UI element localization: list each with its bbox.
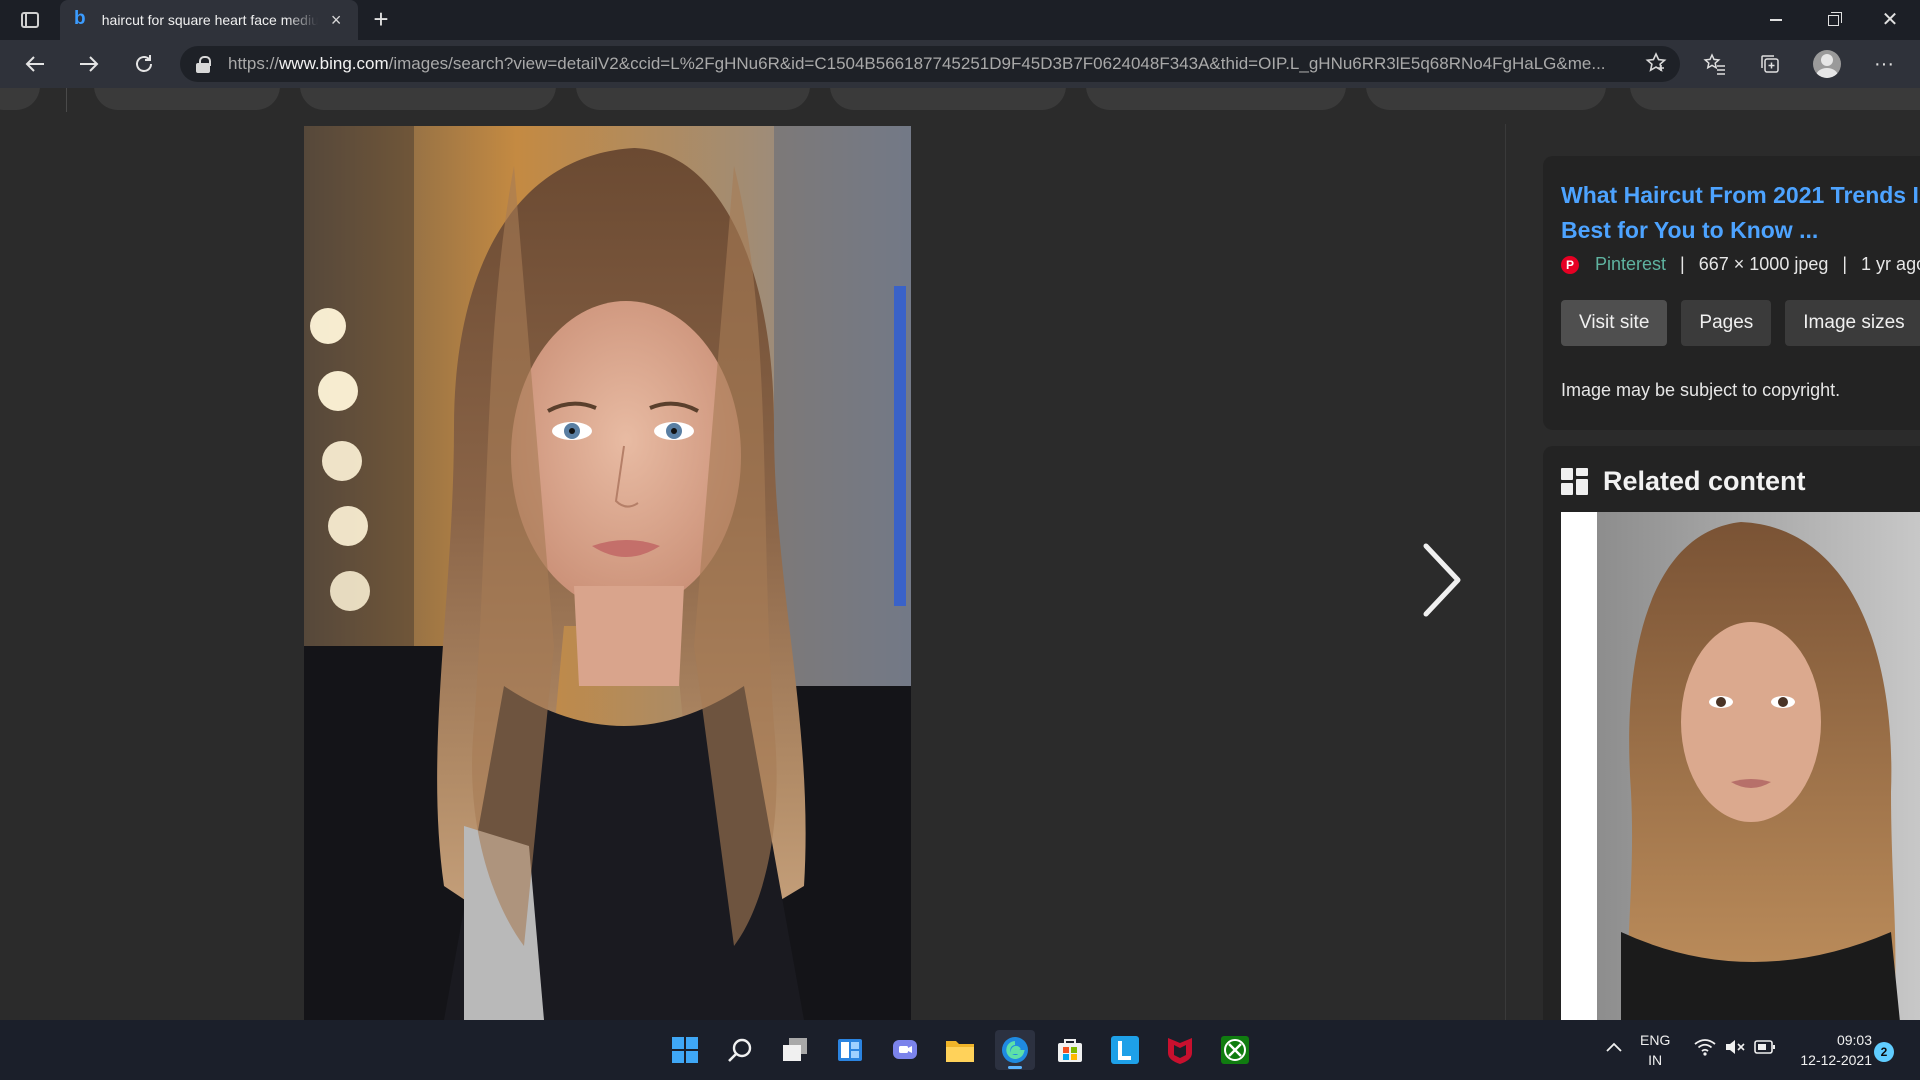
wifi-icon[interactable] — [1694, 1038, 1716, 1059]
bing-icon — [72, 8, 88, 30]
more-icon[interactable]: ··· — [1866, 48, 1902, 80]
divider — [66, 88, 67, 112]
image-info: 667 × 1000 jpeg — [1698, 254, 1829, 274]
action-buttons: Visit site Pages Image sizes — [1561, 300, 1920, 346]
meta-separator: | — [1680, 254, 1685, 274]
notification-badge[interactable]: 2 — [1874, 1042, 1894, 1062]
related-search-pill[interactable] — [94, 88, 280, 110]
navigation-bar: https://www.bing.com/images/search?view=… — [0, 40, 1920, 88]
widgets-icon[interactable] — [830, 1030, 870, 1070]
language-indicator[interactable]: ENG IN — [1640, 1030, 1670, 1070]
related-content-title: Related content — [1603, 466, 1806, 496]
favorite-add-icon[interactable] — [1644, 51, 1668, 81]
address-bar[interactable]: https://www.bing.com/images/search?view=… — [180, 46, 1680, 82]
refresh-icon[interactable] — [127, 48, 161, 80]
file-explorer-icon[interactable] — [940, 1030, 980, 1070]
image-info-card: What Haircut From 2021 Trends Is Best fo… — [1543, 156, 1920, 430]
related-image-thumbnail[interactable] — [1561, 512, 1920, 1020]
collections-icon[interactable] — [1752, 48, 1788, 80]
favorites-icon[interactable] — [1697, 48, 1733, 80]
store-icon[interactable] — [1050, 1030, 1090, 1070]
main-image[interactable] — [304, 126, 911, 1020]
lock-icon[interactable] — [196, 56, 211, 73]
search-icon[interactable] — [720, 1030, 760, 1070]
battery-icon[interactable] — [1754, 1039, 1776, 1058]
volume-muted-icon[interactable] — [1724, 1038, 1746, 1059]
teams-chat-icon[interactable] — [885, 1030, 925, 1070]
related-search-pill[interactable] — [300, 88, 556, 110]
tab-title: haircut for square heart face medium len… — [101, 12, 319, 28]
related-search-pill[interactable] — [1086, 88, 1346, 110]
visit-site-button[interactable]: Visit site — [1561, 300, 1668, 346]
clock[interactable]: 09:03 12-12-2021 — [1792, 1030, 1872, 1070]
plus-icon[interactable]: + — [366, 4, 396, 34]
tab-active[interactable]: haircut for square heart face medium len… — [60, 0, 358, 40]
restore-icon[interactable] — [1805, 0, 1861, 40]
title-bar: haircut for square heart face medium len… — [0, 0, 1920, 40]
pinterest-icon: P — [1561, 255, 1579, 274]
back-icon[interactable] — [18, 48, 52, 80]
related-search-pill[interactable] — [576, 88, 810, 110]
related-searches-strip — [0, 88, 1920, 112]
next-image-arrow[interactable] — [1416, 540, 1466, 620]
pages-button[interactable]: Pages — [1681, 300, 1772, 346]
taskbar: ENG IN 09:03 12-12-2021 2 — [0, 1020, 1920, 1080]
image-sizes-button[interactable]: Image sizes — [1785, 300, 1920, 346]
copyright-notice: Image may be subject to copyright. — [1561, 380, 1841, 400]
panel-divider — [1505, 124, 1506, 1020]
minimize-icon[interactable] — [1748, 0, 1804, 40]
edge-icon[interactable] — [995, 1030, 1035, 1070]
region-code: IN — [1648, 1052, 1663, 1068]
related-search-pill[interactable] — [0, 88, 40, 110]
image-age: 1 yr ago — [1861, 254, 1920, 274]
image-meta: P Pinterest | 667 × 1000 jpeg | 1 yr ago — [1561, 254, 1920, 275]
task-view-icon[interactable] — [775, 1030, 815, 1070]
close-icon[interactable]: × — [326, 10, 346, 31]
image-detail-page: What Haircut From 2021 Trends Is Best fo… — [0, 88, 1920, 1020]
related-content-panel: Related content — [1543, 446, 1920, 1020]
xbox-icon[interactable] — [1215, 1030, 1255, 1070]
chevron-up-icon[interactable] — [1604, 1040, 1624, 1057]
start-icon[interactable] — [665, 1030, 705, 1070]
l-app-icon[interactable] — [1105, 1030, 1145, 1070]
related-content-header: Related content — [1561, 466, 1806, 497]
time-text: 09:03 — [1836, 1032, 1872, 1048]
mcafee-icon[interactable] — [1160, 1030, 1200, 1070]
forward-icon[interactable] — [72, 48, 106, 80]
related-search-pill[interactable] — [830, 88, 1066, 110]
related-search-pill[interactable] — [1630, 88, 1920, 110]
close-window-icon[interactable]: ✕ — [1862, 0, 1918, 40]
image-title-link[interactable]: What Haircut From 2021 Trends Is Best fo… — [1561, 178, 1920, 248]
date-text: 12-12-2021 — [1800, 1052, 1872, 1068]
meta-separator: | — [1842, 254, 1848, 274]
tab-actions-icon[interactable] — [14, 8, 46, 32]
profile-icon[interactable] — [1809, 48, 1845, 80]
url-text[interactable]: https://www.bing.com/images/search?view=… — [228, 54, 1628, 74]
grid-icon — [1561, 467, 1589, 496]
language-code: ENG — [1640, 1032, 1671, 1048]
source-link[interactable]: Pinterest — [1595, 254, 1666, 275]
related-search-pill[interactable] — [1366, 88, 1606, 110]
